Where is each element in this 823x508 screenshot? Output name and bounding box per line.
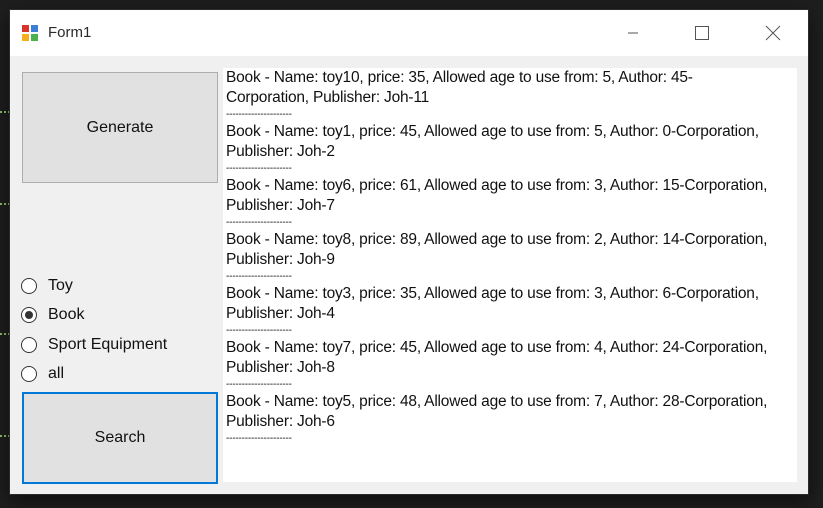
results-listbox[interactable]: Book - Name: toy10, price: 35, Allowed a… — [223, 68, 797, 482]
list-item-line1: Book - Name: toy3, price: 35, Allowed ag… — [226, 285, 759, 302]
form-client-area: Generate Toy Book Sport Equipment all Se… — [10, 56, 808, 494]
list-item-line2: Publisher: Joh-2 — [226, 143, 335, 160]
list-item-separator: --------------------- — [226, 379, 292, 390]
list-item-line2: Publisher: Joh-8 — [226, 359, 335, 376]
app-window-icon — [22, 25, 38, 41]
list-item-line2: Publisher: Joh-6 — [226, 413, 335, 430]
list-item-line1: Book - Name: toy7, price: 45, Allowed ag… — [226, 339, 768, 356]
minimize-button[interactable] — [610, 10, 656, 56]
editor-squiggle — [0, 200, 10, 205]
list-item-line1: Book - Name: toy6, price: 61, Allowed ag… — [226, 177, 768, 194]
form-window: Form1 Generate Toy Book Sport Equipment … — [10, 10, 808, 494]
list-item-line1: Book - Name: toy5, price: 48, Allowed ag… — [226, 393, 768, 410]
title-bar[interactable]: Form1 — [10, 10, 808, 56]
radio-label: all — [48, 365, 65, 382]
list-item-line1: Book - Name: toy1, price: 45, Allowed ag… — [226, 123, 759, 140]
radio-sport-equipment[interactable]: Sport Equipment — [21, 334, 167, 356]
list-item[interactable]: Book - Name: toy8, price: 89, Allowed ag… — [223, 230, 797, 284]
radio-circle-icon[interactable] — [21, 337, 37, 353]
radio-circle-icon[interactable] — [21, 278, 37, 294]
list-item-line2: Publisher: Joh-4 — [226, 305, 335, 322]
list-item-separator: --------------------- — [226, 433, 292, 444]
list-item[interactable]: Book - Name: toy5, price: 48, Allowed ag… — [223, 392, 797, 446]
editor-squiggle — [0, 432, 10, 437]
editor-squiggle — [0, 330, 10, 335]
radio-label: Toy — [48, 277, 73, 294]
radio-book[interactable]: Book — [21, 304, 84, 326]
radio-circle-checked-icon[interactable] — [21, 307, 37, 323]
minimize-icon — [628, 32, 638, 34]
list-item-line1: Book - Name: toy10, price: 35, Allowed a… — [226, 69, 693, 86]
list-item-line2: Publisher: Joh-9 — [226, 251, 335, 268]
list-item[interactable]: Book - Name: toy7, price: 45, Allowed ag… — [223, 338, 797, 392]
list-item[interactable]: Book - Name: toy6, price: 61, Allowed ag… — [223, 176, 797, 230]
maximize-button[interactable] — [679, 10, 725, 56]
list-item-separator: --------------------- — [226, 271, 292, 282]
search-button[interactable]: Search — [22, 392, 218, 484]
list-item-line2: Corporation, Publisher: Joh-11 — [226, 89, 430, 106]
radio-label: Sport Equipment — [48, 336, 168, 353]
maximize-icon — [695, 26, 709, 40]
list-item-separator: --------------------- — [226, 163, 292, 174]
close-button[interactable] — [750, 10, 796, 56]
list-item[interactable]: Book - Name: toy1, price: 45, Allowed ag… — [223, 122, 797, 176]
generate-button[interactable]: Generate — [22, 72, 218, 183]
window-title: Form1 — [48, 24, 92, 41]
list-item-separator: --------------------- — [226, 217, 292, 228]
editor-squiggle — [0, 108, 10, 113]
radio-circle-icon[interactable] — [21, 366, 37, 382]
list-item[interactable]: Book - Name: toy3, price: 35, Allowed ag… — [223, 284, 797, 338]
list-item-line1: Book - Name: toy8, price: 89, Allowed ag… — [226, 231, 768, 248]
radio-all[interactable]: all — [21, 363, 64, 385]
radio-toy[interactable]: Toy — [21, 275, 73, 297]
list-item-separator: --------------------- — [226, 325, 292, 336]
list-item[interactable]: Book - Name: toy10, price: 35, Allowed a… — [223, 68, 797, 122]
radio-label: Book — [48, 306, 85, 323]
list-item-line2: Publisher: Joh-7 — [226, 197, 335, 214]
close-icon — [765, 25, 781, 41]
list-item-separator: --------------------- — [226, 109, 292, 120]
